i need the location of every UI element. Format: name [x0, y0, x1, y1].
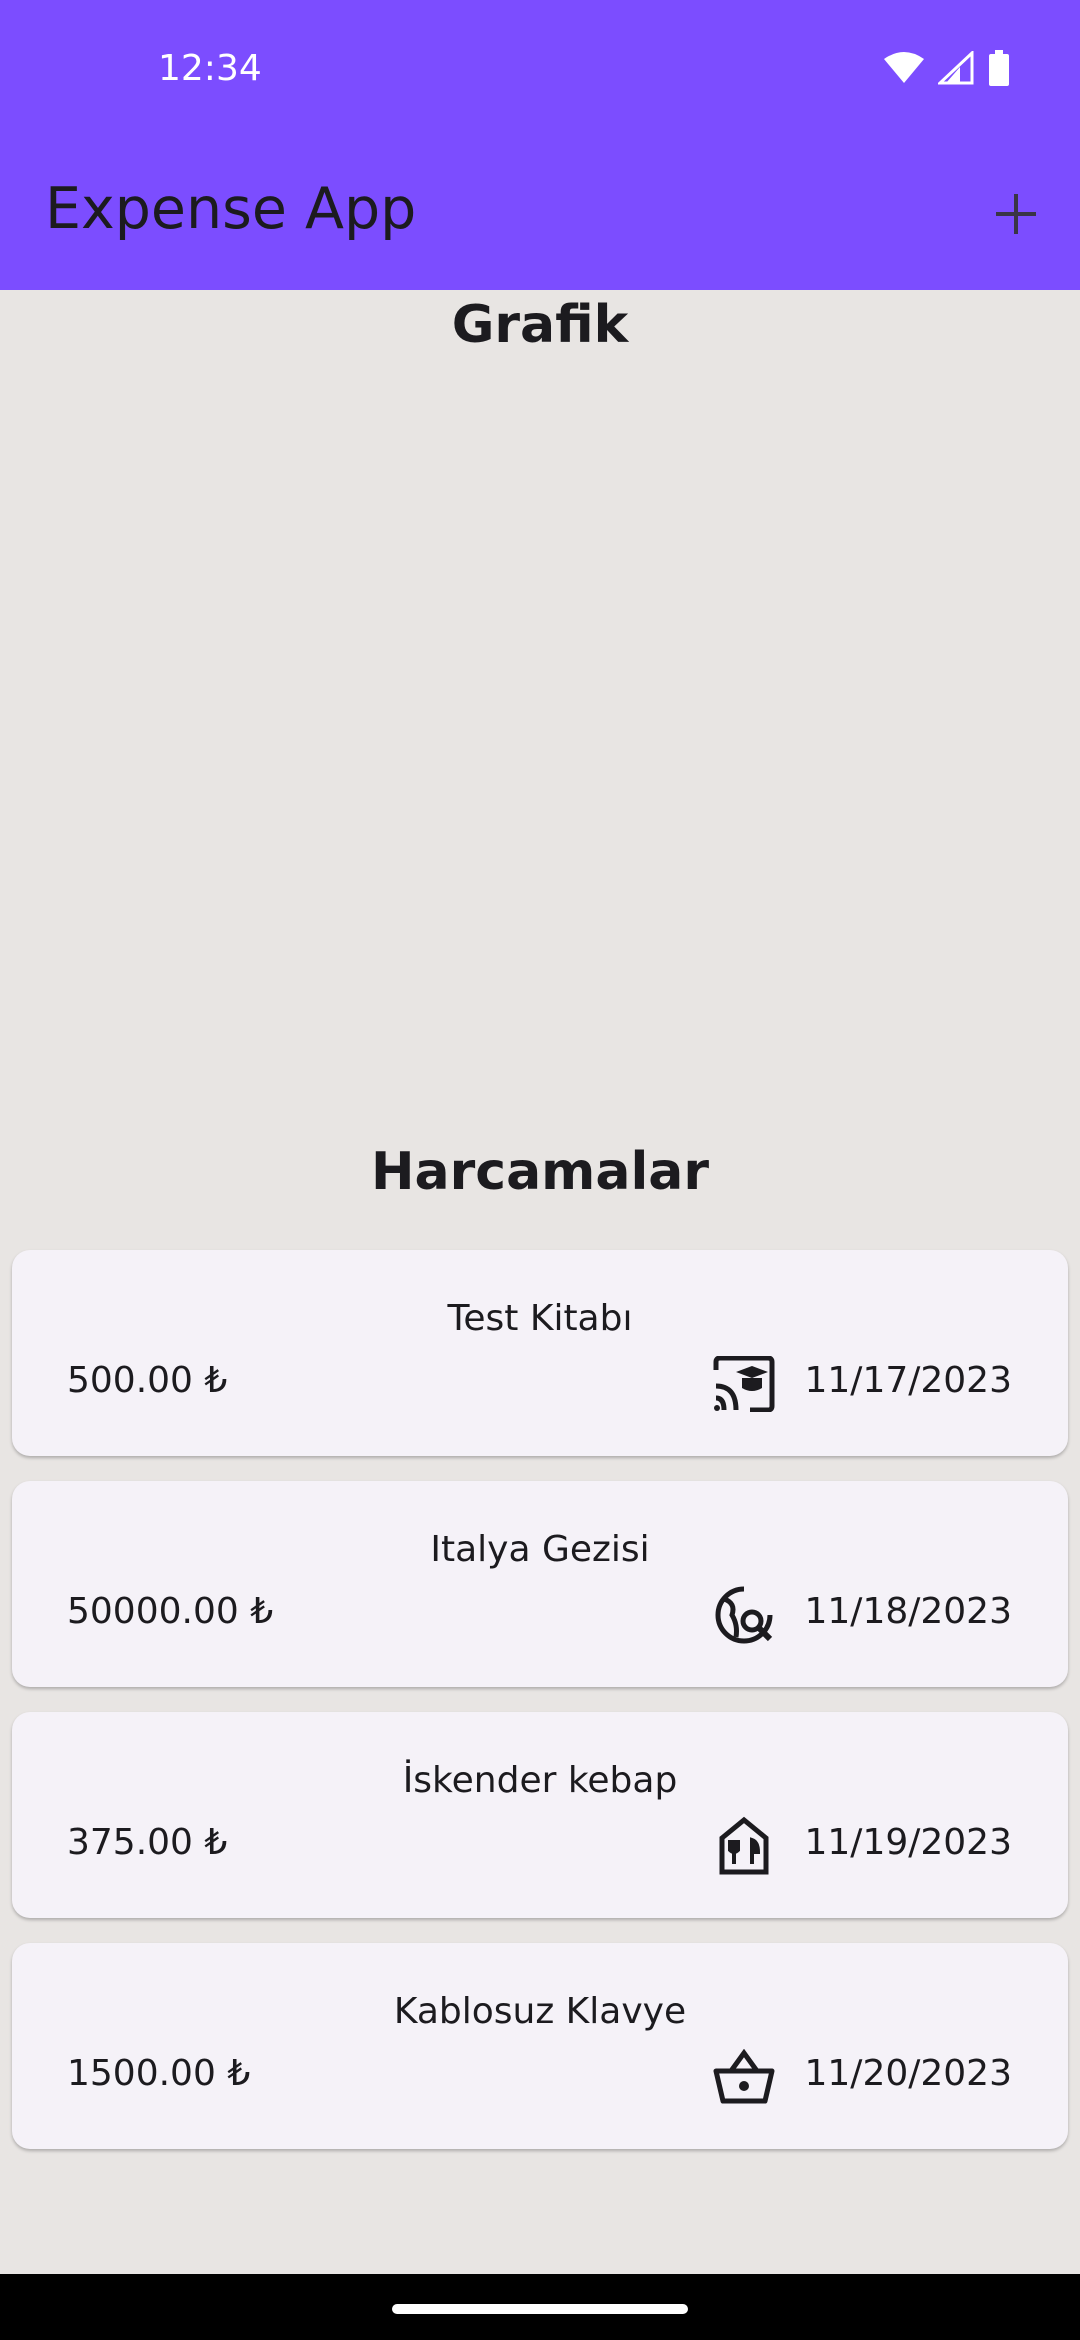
chart-section-title: Grafik	[451, 295, 629, 355]
battery-icon	[989, 50, 1009, 86]
status-time: 12:34	[158, 48, 262, 89]
expense-amount: 500.00 ₺	[67, 1360, 228, 1401]
expense-date: 11/20/2023	[804, 2053, 1013, 2094]
expense-card[interactable]: Kablosuz Klavye 1500.00 ₺ 11/20/2023	[12, 1943, 1068, 2149]
expense-title: Kablosuz Klavye	[393, 1991, 687, 2032]
app-bar: Expense App	[0, 140, 1080, 290]
travel-explore-icon	[712, 1583, 776, 1647]
expense-title: İskender kebap	[402, 1760, 678, 1801]
chart-area	[0, 370, 1080, 1110]
status-bar: 12:34	[0, 0, 1080, 140]
expenses-section-title: Harcamalar	[371, 1142, 709, 1202]
expense-title: Test Kitabı	[447, 1298, 633, 1339]
home-gesture-handle[interactable]	[392, 2304, 688, 2314]
expense-date: 11/19/2023	[804, 1822, 1013, 1863]
expense-date: 11/17/2023	[804, 1360, 1013, 1401]
status-icons	[884, 50, 1010, 86]
expense-amount: 375.00 ₺	[67, 1822, 228, 1863]
expense-amount: 50000.00 ₺	[67, 1591, 274, 1632]
expense-card[interactable]: Italya Gezisi 50000.00 ₺ 11/18/2023	[12, 1481, 1068, 1687]
shopping-basket-icon	[712, 2045, 776, 2109]
plus-icon	[996, 194, 1036, 234]
cast-for-education-icon	[712, 1352, 776, 1416]
wifi-icon	[884, 52, 924, 83]
navigation-bar	[0, 2274, 1080, 2340]
expense-card[interactable]: Test Kitabı 500.00 ₺ 11/17/2023	[12, 1250, 1068, 1456]
expense-title: Italya Gezisi	[430, 1529, 650, 1570]
app-title: Expense App	[45, 176, 417, 242]
expense-card[interactable]: İskender kebap 375.00 ₺ 11/19/2023	[12, 1712, 1068, 1918]
expense-amount: 1500.00 ₺	[67, 2053, 251, 2094]
cellular-signal-icon	[938, 51, 974, 85]
expense-date: 11/18/2023	[804, 1591, 1013, 1632]
add-expense-button[interactable]	[980, 178, 1052, 250]
restaurant-icon	[712, 1814, 776, 1878]
